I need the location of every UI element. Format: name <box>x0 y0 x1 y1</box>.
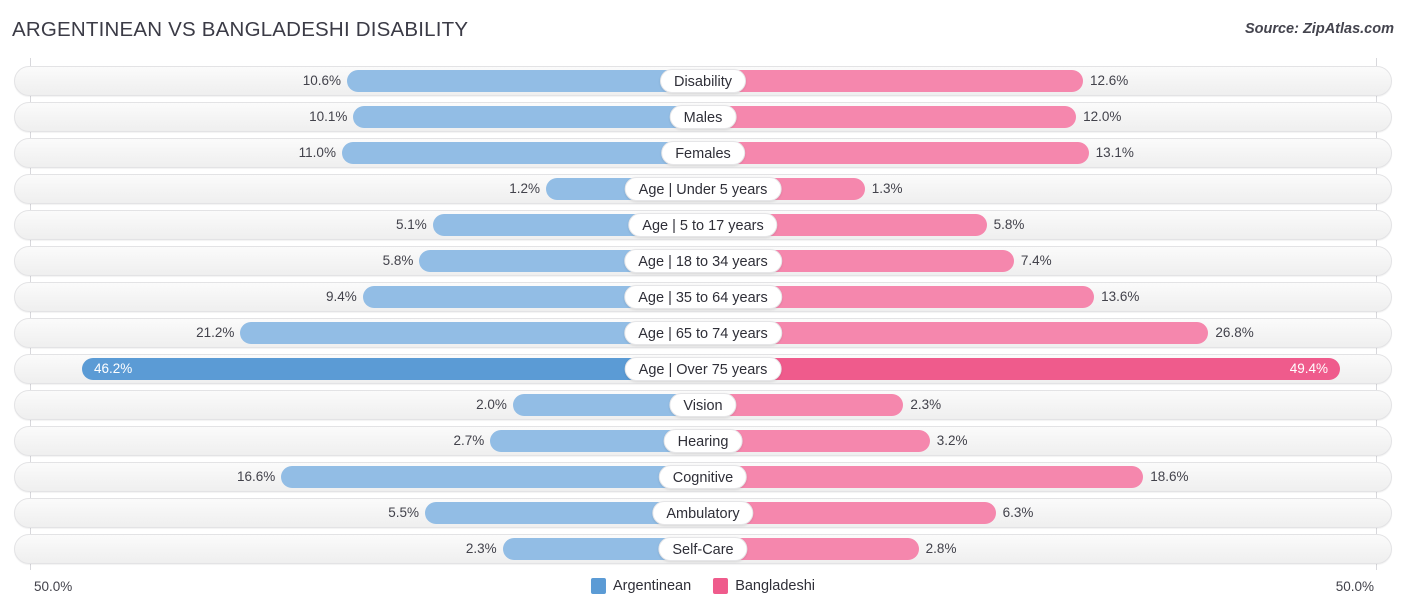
value-label-argentinean: 2.7% <box>453 433 485 448</box>
value-label-bangladeshi: 1.3% <box>871 181 903 196</box>
axis-label-left: 50.0% <box>34 579 73 594</box>
legend-item[interactable]: Argentinean <box>590 578 692 594</box>
category-label[interactable]: Disability <box>659 69 747 93</box>
bar-argentinean <box>341 142 703 164</box>
legend-label: Argentinean <box>612 578 692 594</box>
table-row[interactable]: 5.5% 6.3% Ambulatory <box>0 498 1406 528</box>
plot-area: 10.6% 12.6% Disability 10.1% 12.0% Males 11.0%… <box>0 58 1406 570</box>
table-row[interactable]: 5.8% 7.4% Age | 18 to 34 years <box>0 246 1406 276</box>
value-label-argentinean: 5.5% <box>388 505 419 520</box>
category-label[interactable]: Age | 35 to 64 years <box>624 285 782 309</box>
value-label-argentinean: 5.1% <box>396 217 427 232</box>
value-label-argentinean: 21.2% <box>196 325 235 340</box>
value-label-bangladeshi: 5.8% <box>993 217 1025 232</box>
axis-label-right: 50.0% <box>1335 579 1374 594</box>
category-label[interactable]: Age | 5 to 17 years <box>628 213 778 237</box>
value-label-argentinean: 10.6% <box>302 73 341 88</box>
table-row[interactable]: 2.0% 2.3% Vision <box>0 390 1406 420</box>
bar-argentinean <box>81 358 703 380</box>
chart-root: ARGENTINEAN VS BANGLADESHI DISABILITY So… <box>0 0 1406 612</box>
table-row[interactable]: 2.3% 2.8% Self-Care <box>0 534 1406 564</box>
value-label-argentinean: 16.6% <box>236 469 276 484</box>
table-row[interactable]: 16.6% 18.6% Cognitive <box>0 462 1406 492</box>
bar-bangladeshi <box>703 70 1084 92</box>
category-label[interactable]: Age | Over 75 years <box>624 357 782 381</box>
value-label-bangladeshi: 49.4% <box>1289 361 1328 376</box>
bar-bangladeshi <box>703 466 1144 488</box>
value-label-argentinean: 46.2% <box>93 361 133 376</box>
value-label-bangladeshi: 26.8% <box>1215 325 1254 340</box>
bar-argentinean <box>346 70 703 92</box>
table-row[interactable]: 46.2% 49.4% Age | Over 75 years <box>0 354 1406 384</box>
table-row[interactable]: 9.4% 13.6% Age | 35 to 64 years <box>0 282 1406 312</box>
table-row[interactable]: 10.1% 12.0% Males <box>0 102 1406 132</box>
category-label[interactable]: Hearing <box>663 429 743 453</box>
bar-argentinean <box>281 466 703 488</box>
value-label-bangladeshi: 13.6% <box>1101 289 1140 304</box>
category-label[interactable]: Cognitive <box>658 465 748 489</box>
value-label-argentinean: 2.0% <box>476 397 507 412</box>
category-label[interactable]: Ambulatory <box>652 501 754 525</box>
category-label[interactable]: Vision <box>669 393 737 417</box>
value-label-argentinean: 5.8% <box>382 253 414 268</box>
bar-bangladeshi <box>703 106 1077 128</box>
table-row[interactable]: 11.0% 13.1% Females <box>0 138 1406 168</box>
bar-rows: 10.6% 12.6% Disability 10.1% 12.0% Males 11.0%… <box>0 66 1406 570</box>
value-label-bangladeshi: 6.3% <box>1002 505 1034 520</box>
bar-bangladeshi <box>703 358 1340 380</box>
value-label-argentinean: 2.3% <box>465 541 497 556</box>
category-label[interactable]: Age | 18 to 34 years <box>624 249 782 273</box>
value-label-bangladeshi: 7.4% <box>1020 253 1052 268</box>
category-label[interactable]: Males <box>669 105 737 129</box>
bar-bangladeshi <box>703 142 1089 164</box>
category-label[interactable]: Females <box>661 141 745 165</box>
value-label-argentinean: 11.0% <box>298 145 336 160</box>
chart-legend: Argentinean Bangladeshi <box>590 578 815 594</box>
category-label[interactable]: Self-Care <box>658 537 748 561</box>
legend-swatch-icon <box>590 578 606 594</box>
value-label-argentinean: 9.4% <box>325 289 357 304</box>
bar-argentinean <box>353 106 703 128</box>
table-row[interactable]: 21.2% 26.8% Age | 65 to 74 years <box>0 318 1406 348</box>
legend-item[interactable]: Bangladeshi <box>713 578 815 594</box>
value-label-bangladeshi: 13.1% <box>1095 145 1134 160</box>
chart-footer: 50.0% 50.0% Argentinean Bangladeshi <box>0 570 1406 612</box>
legend-swatch-icon <box>713 578 729 594</box>
page-title: ARGENTINEAN VS BANGLADESHI DISABILITY <box>12 18 469 41</box>
table-row[interactable]: 10.6% 12.6% Disability <box>0 66 1406 96</box>
table-row[interactable]: 5.1% 5.8% Age | 5 to 17 years <box>0 210 1406 240</box>
value-label-bangladeshi: 3.2% <box>936 433 968 448</box>
value-label-bangladeshi: 12.6% <box>1090 73 1129 88</box>
table-row[interactable]: 1.2% 1.3% Age | Under 5 years <box>0 174 1406 204</box>
source-attribution: Source: ZipAtlas.com <box>1244 21 1394 37</box>
value-label-bangladeshi: 12.0% <box>1083 109 1122 124</box>
value-label-bangladeshi: 2.8% <box>925 541 957 556</box>
value-label-argentinean: 10.1% <box>309 109 348 124</box>
table-row[interactable]: 2.7% 3.2% Hearing <box>0 426 1406 456</box>
value-label-argentinean: 1.2% <box>509 181 540 196</box>
value-label-bangladeshi: 18.6% <box>1150 469 1189 484</box>
category-label[interactable]: Age | Under 5 years <box>624 177 782 201</box>
value-label-bangladeshi: 2.3% <box>910 397 942 412</box>
chart-header: ARGENTINEAN VS BANGLADESHI DISABILITY So… <box>0 0 1406 58</box>
legend-label: Bangladeshi <box>735 578 816 594</box>
category-label[interactable]: Age | 65 to 74 years <box>624 321 782 345</box>
